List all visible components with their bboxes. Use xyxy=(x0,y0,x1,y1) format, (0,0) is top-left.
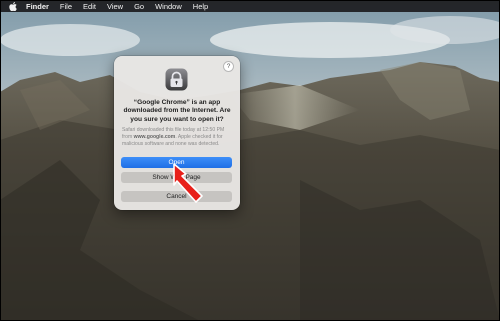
menu-view[interactable]: View xyxy=(107,2,123,11)
gatekeeper-icon-svg xyxy=(165,68,188,91)
dialog-info-text: Safari downloaded this file today at 12:… xyxy=(122,127,234,148)
info-source: www.google.com xyxy=(133,134,176,140)
screenshot-frame: Finder File Edit View Go Window Help ? “… xyxy=(0,0,500,321)
mountain-landscape xyxy=(0,0,500,321)
menu-finder[interactable]: Finder xyxy=(26,2,49,11)
desktop-wallpaper xyxy=(0,0,500,321)
menu-edit[interactable]: Edit xyxy=(83,2,96,11)
menu-go[interactable]: Go xyxy=(134,2,144,11)
red-pointer-arrow-icon xyxy=(173,163,203,203)
dialog-title: “Google Chrome” is an app downloaded fro… xyxy=(123,99,231,123)
apple-logo-svg xyxy=(9,1,17,11)
menu-window[interactable]: Window xyxy=(155,2,182,11)
help-button[interactable]: ? xyxy=(223,61,234,72)
menu-file[interactable]: File xyxy=(60,2,72,11)
gatekeeper-warning-icon xyxy=(164,67,189,92)
menu-help[interactable]: Help xyxy=(193,2,208,11)
apple-logo-icon[interactable] xyxy=(8,1,18,11)
menu-bar: Finder File Edit View Go Window Help xyxy=(0,0,500,12)
